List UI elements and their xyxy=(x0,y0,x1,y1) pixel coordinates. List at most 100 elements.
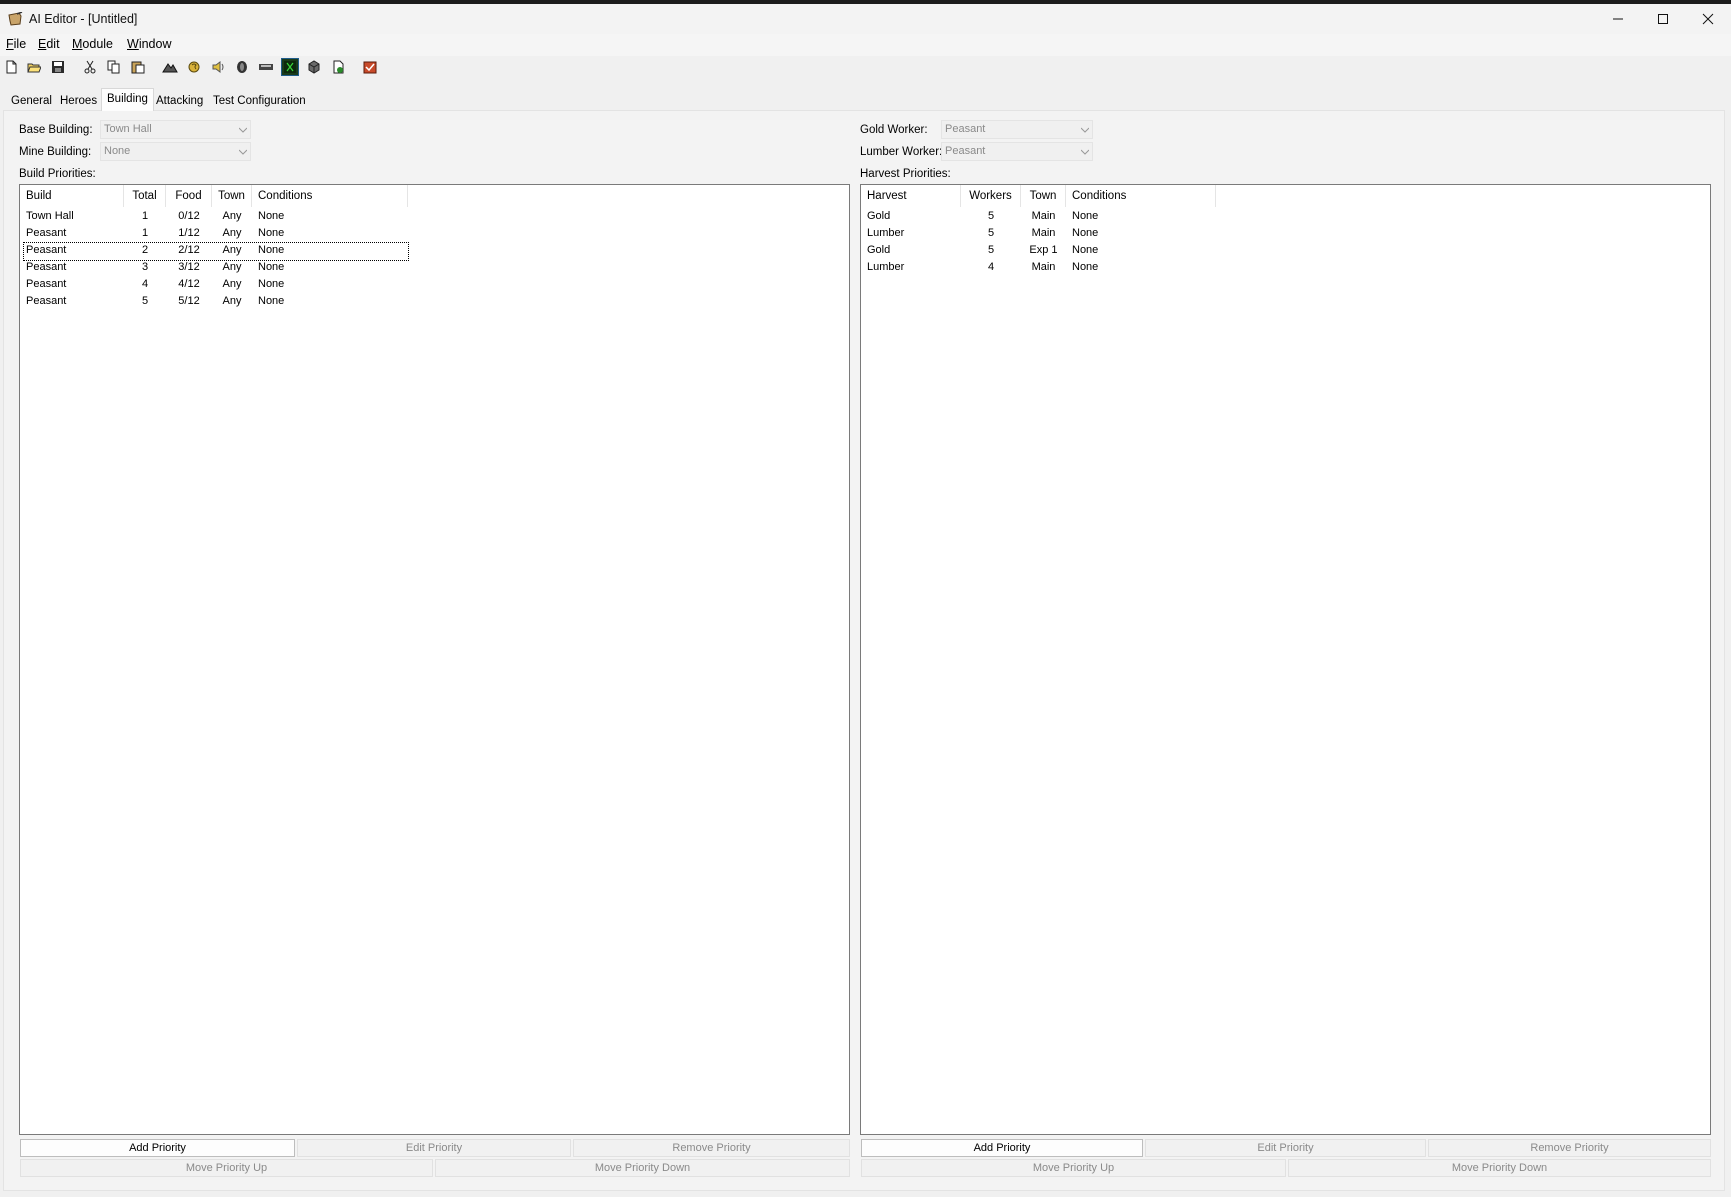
table-row[interactable]: Lumber 4 Main None xyxy=(861,259,1710,276)
column-header-town[interactable]: Town xyxy=(1021,185,1066,207)
menu-file[interactable]: File xyxy=(4,37,28,51)
new-file-icon[interactable] xyxy=(2,58,20,76)
tab-attacking[interactable]: Attacking xyxy=(151,91,208,110)
toolbar xyxy=(0,56,1731,80)
save-icon[interactable] xyxy=(49,58,67,76)
remove-harvest-priority-button[interactable]: Remove Priority xyxy=(1428,1139,1711,1157)
edit-build-priority-button[interactable]: Edit Priority xyxy=(297,1139,571,1157)
table-row[interactable]: Peasant 5 5/12 Any None xyxy=(20,293,849,310)
cell-build: Peasant xyxy=(26,295,67,307)
cell-build: Town Hall xyxy=(26,210,74,222)
cell-food: 2/12 xyxy=(178,244,200,256)
tab-general[interactable]: General xyxy=(6,91,57,110)
column-header-conditions[interactable]: Conditions xyxy=(252,185,408,207)
column-header-build[interactable]: Build xyxy=(20,185,124,207)
column-header-workers[interactable]: Workers xyxy=(961,185,1021,207)
table-row[interactable]: Lumber 5 Main None xyxy=(861,225,1710,242)
title-bar[interactable]: AI Editor - [Untitled] xyxy=(0,4,1731,34)
harvest-priorities-list[interactable]: Harvest Workers Town Conditions Gold 5 M… xyxy=(860,184,1711,1135)
base-building-label: Base Building: xyxy=(19,124,93,136)
cell-total: 2 xyxy=(141,244,149,256)
object-manager-icon[interactable] xyxy=(305,58,323,76)
move-harvest-priority-up-button[interactable]: Move Priority Up xyxy=(861,1159,1286,1177)
move-build-priority-up-button[interactable]: Move Priority Up xyxy=(20,1159,433,1177)
table-row[interactable]: Peasant 4 4/12 Any None xyxy=(20,276,849,293)
tab-building[interactable]: Building xyxy=(101,88,154,111)
cell-conditions: None xyxy=(258,210,285,222)
build-list-header: Build Total Food Town Conditions xyxy=(20,185,849,207)
ai-editor-icon[interactable] xyxy=(281,58,299,76)
copy-icon[interactable] xyxy=(105,58,123,76)
column-header-total[interactable]: Total xyxy=(124,185,166,207)
mine-building-label: Mine Building: xyxy=(19,146,92,158)
menu-window[interactable]: Window xyxy=(125,37,173,51)
cell-conditions: None xyxy=(1072,244,1099,256)
table-row[interactable]: Peasant 3 3/12 Any None xyxy=(20,259,849,276)
lumber-worker-value: Peasant xyxy=(945,145,986,157)
tab-heroes[interactable]: Heroes xyxy=(55,91,102,110)
cell-build: Peasant xyxy=(26,278,67,290)
column-header-harvest[interactable]: Harvest xyxy=(861,185,961,207)
object-editor-icon[interactable] xyxy=(233,58,251,76)
import-manager-icon[interactable] xyxy=(329,58,347,76)
window-title: AI Editor - [Untitled] xyxy=(29,12,138,26)
harvest-priorities-label: Harvest Priorities: xyxy=(860,168,951,180)
cell-conditions: None xyxy=(258,244,285,256)
paste-icon[interactable] xyxy=(129,58,147,76)
column-header-town[interactable]: Town xyxy=(212,185,252,207)
add-harvest-priority-button[interactable]: Add Priority xyxy=(861,1139,1143,1157)
cell-town: Main xyxy=(1031,210,1056,222)
cell-build: Peasant xyxy=(26,227,67,239)
menu-module[interactable]: Module xyxy=(70,37,115,51)
cell-town: Any xyxy=(222,210,242,222)
column-header-conditions[interactable]: Conditions xyxy=(1066,185,1216,207)
table-row[interactable]: Town Hall 1 0/12 Any None xyxy=(20,208,849,225)
base-building-dropdown[interactable]: Town Hall xyxy=(100,120,251,139)
cell-total: 4 xyxy=(141,278,149,290)
cell-food: 1/12 xyxy=(178,227,200,239)
move-harvest-priority-down-button[interactable]: Move Priority Down xyxy=(1288,1159,1711,1177)
close-icon[interactable] xyxy=(1685,4,1731,34)
cell-conditions: None xyxy=(258,295,285,307)
cell-town: Any xyxy=(222,227,242,239)
cell-town: Any xyxy=(222,295,242,307)
menu-bar: File Edit Module Window xyxy=(0,34,1731,56)
cell-workers: 5 xyxy=(987,244,995,256)
cell-town: Any xyxy=(222,278,242,290)
table-row[interactable]: Peasant 1 1/12 Any None xyxy=(20,225,849,242)
cut-icon[interactable] xyxy=(81,58,99,76)
cell-build: Peasant xyxy=(26,261,67,273)
trigger-editor-icon[interactable] xyxy=(185,58,203,76)
table-row[interactable]: Gold 5 Main None xyxy=(861,208,1710,225)
lumber-worker-dropdown[interactable]: Peasant xyxy=(941,142,1093,161)
build-priorities-list[interactable]: Build Total Food Town Conditions Town Ha… xyxy=(19,184,850,1135)
edit-harvest-priority-button[interactable]: Edit Priority xyxy=(1145,1139,1426,1157)
gold-worker-dropdown[interactable]: Peasant xyxy=(941,120,1093,139)
tab-test-configuration[interactable]: Test Configuration xyxy=(208,91,311,110)
cell-food: 4/12 xyxy=(178,278,200,290)
terrain-editor-icon[interactable] xyxy=(161,58,179,76)
menu-edit[interactable]: Edit xyxy=(36,37,62,51)
cell-total: 1 xyxy=(141,210,149,222)
table-row-focused[interactable]: Peasant 2 2/12 Any None xyxy=(20,242,849,261)
mine-building-value: None xyxy=(104,145,131,157)
remove-build-priority-button[interactable]: Remove Priority xyxy=(573,1139,850,1157)
mine-building-dropdown[interactable]: None xyxy=(100,142,251,161)
tab-strip: General Heroes Building Attacking Test C… xyxy=(0,88,1731,111)
sound-editor-icon[interactable] xyxy=(209,58,227,76)
cell-conditions: None xyxy=(1072,210,1099,222)
test-map-icon[interactable] xyxy=(361,58,379,76)
chevron-down-icon xyxy=(238,125,248,133)
table-row[interactable]: Gold 5 Exp 1 None xyxy=(861,242,1710,259)
building-tab-panel: Base Building: Town Hall Mine Building: … xyxy=(3,110,1725,1191)
add-build-priority-button[interactable]: Add Priority xyxy=(20,1139,295,1157)
harvest-list-header: Harvest Workers Town Conditions xyxy=(861,185,1710,207)
cell-food: 5/12 xyxy=(178,295,200,307)
gold-worker-label: Gold Worker: xyxy=(860,124,928,136)
maximize-icon[interactable] xyxy=(1640,4,1686,34)
column-header-food[interactable]: Food xyxy=(166,185,212,207)
open-folder-icon[interactable] xyxy=(25,58,43,76)
minimize-icon[interactable] xyxy=(1595,4,1641,34)
move-build-priority-down-button[interactable]: Move Priority Down xyxy=(435,1159,850,1177)
campaign-editor-icon[interactable] xyxy=(257,58,275,76)
